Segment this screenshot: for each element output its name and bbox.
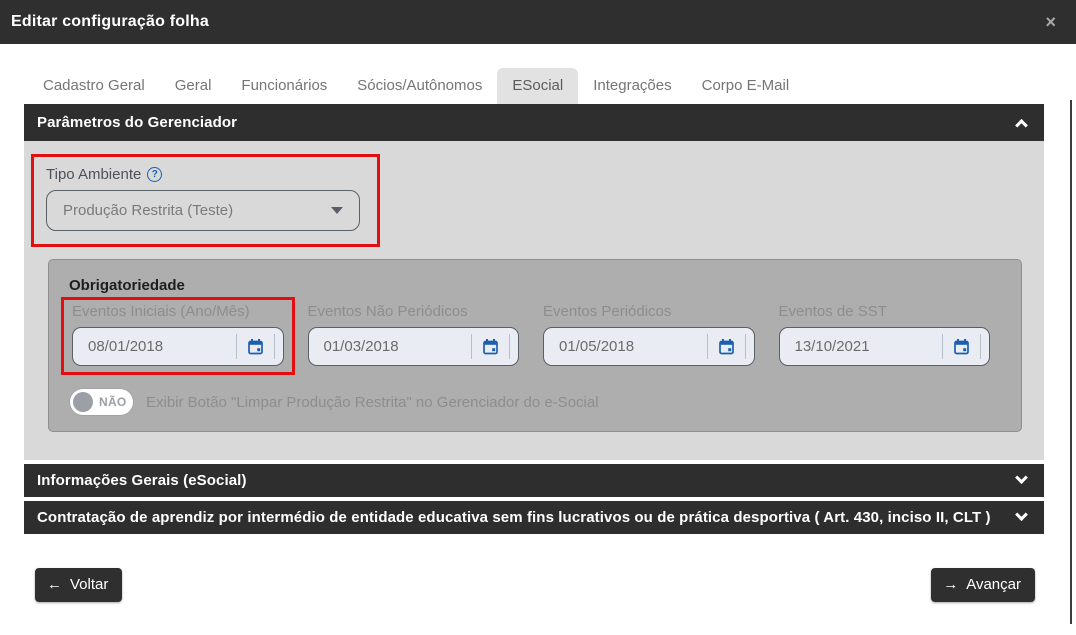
obrigatoriedade-title: Obrigatoriedade <box>69 277 185 294</box>
tipo-ambiente-select[interactable]: Produção Restrita (Teste) <box>46 190 360 231</box>
field-value: 08/01/2018 <box>88 338 164 355</box>
field-eventos-iniciais: Eventos Iniciais (Ano/Mês) 08/01/2018 <box>61 297 295 375</box>
voltar-button[interactable]: ← Voltar <box>35 568 123 602</box>
field-value: 13/10/2021 <box>794 338 870 355</box>
field-value: 01/05/2018 <box>559 338 635 355</box>
eventos-iniciais-input[interactable]: 08/01/2018 <box>72 327 284 366</box>
field-label: Eventos Iniciais (Ano/Mês) <box>72 303 250 320</box>
limpar-producao-toggle[interactable]: NÃO <box>70 389 133 415</box>
eventos-periodicos-input[interactable]: 01/05/2018 <box>543 327 755 366</box>
date-fields-row: Eventos Iniciais (Ano/Mês) 08/01/2018 Ev… <box>61 297 1001 375</box>
footer-actions: ← Voltar → Avançar <box>35 568 1035 602</box>
section-header-contratacao-aprendiz[interactable]: Contratação de aprendiz por intermédio d… <box>24 501 1044 534</box>
avancar-button[interactable]: → Avançar <box>931 568 1035 602</box>
section-header-informacoes-gerais[interactable]: Informações Gerais (eSocial) <box>24 464 1044 497</box>
chevron-down-icon <box>331 207 343 214</box>
tab-bar: Cadastro Geral Geral Funcionários Sócios… <box>0 68 1076 104</box>
section-title: Informações Gerais (eSocial) <box>37 472 247 489</box>
toggle-knob <box>73 392 93 412</box>
modal-right-border <box>1070 100 1072 624</box>
close-icon[interactable]: × <box>1045 13 1056 31</box>
tab-geral[interactable]: Geral <box>160 68 227 104</box>
calendar-icon[interactable] <box>471 334 510 359</box>
arrow-left-icon: ← <box>47 576 62 593</box>
field-label: Eventos Periódicos <box>543 303 672 320</box>
section-title: Contratação de aprendiz por intermédio d… <box>37 509 991 526</box>
tab-esocial[interactable]: ESocial <box>497 68 579 104</box>
chevron-down-icon[interactable] <box>1015 508 1028 522</box>
field-label: Eventos Não Periódicos <box>307 303 468 320</box>
highlight-box-tipo-ambiente: Tipo Ambiente ? Produção Restrita (Teste… <box>31 154 380 247</box>
arrow-right-icon: → <box>943 576 959 593</box>
chevron-up-icon[interactable] <box>1015 118 1028 132</box>
voltar-label: Voltar <box>70 576 109 593</box>
field-value: 01/03/2018 <box>323 338 399 355</box>
field-eventos-sst: Eventos de SST 13/10/2021 <box>768 297 1002 375</box>
tab-integracoes[interactable]: Integrações <box>578 68 686 104</box>
tab-socios-autonomos[interactable]: Sócios/Autônomos <box>342 68 497 104</box>
obrigatoriedade-panel: Obrigatoriedade Eventos Iniciais (Ano/Mê… <box>48 259 1022 432</box>
eventos-sst-input[interactable]: 13/10/2021 <box>778 327 990 366</box>
section-title: Parâmetros do Gerenciador <box>37 114 238 131</box>
tipo-ambiente-label: Tipo Ambiente <box>46 166 142 183</box>
tab-funcionarios[interactable]: Funcionários <box>226 68 342 104</box>
parametros-panel: Tipo Ambiente ? Produção Restrita (Teste… <box>24 141 1044 460</box>
field-eventos-nao-periodicos: Eventos Não Periódicos 01/03/2018 <box>297 297 531 375</box>
toggle-state-label: NÃO <box>99 395 127 409</box>
modal-title: Editar configuração folha <box>11 13 209 30</box>
section-header-parametros-gerenciador[interactable]: Parâmetros do Gerenciador <box>24 104 1044 141</box>
calendar-icon[interactable] <box>235 334 275 359</box>
field-label: Eventos de SST <box>778 303 887 320</box>
tab-cadastro-geral[interactable]: Cadastro Geral <box>28 68 160 104</box>
modal-title-bar: Editar configuração folha × <box>0 0 1076 44</box>
eventos-nao-periodicos-input[interactable]: 01/03/2018 <box>307 327 519 366</box>
tab-corpo-email[interactable]: Corpo E-Mail <box>687 68 805 104</box>
calendar-icon[interactable] <box>706 334 746 359</box>
tipo-ambiente-value: Produção Restrita (Teste) <box>63 202 234 219</box>
toggle-description: Exibir Botão "Limpar Produção Restrita" … <box>146 393 599 411</box>
avancar-label: Avançar <box>966 576 1021 593</box>
field-eventos-periodicos: Eventos Periódicos 01/05/2018 <box>532 297 766 375</box>
calendar-icon[interactable] <box>942 334 981 359</box>
help-icon[interactable]: ? <box>147 167 163 182</box>
chevron-down-icon[interactable] <box>1015 471 1028 485</box>
limpar-producao-toggle-row: NÃO Exibir Botão "Limpar Produção Restri… <box>61 389 1001 415</box>
